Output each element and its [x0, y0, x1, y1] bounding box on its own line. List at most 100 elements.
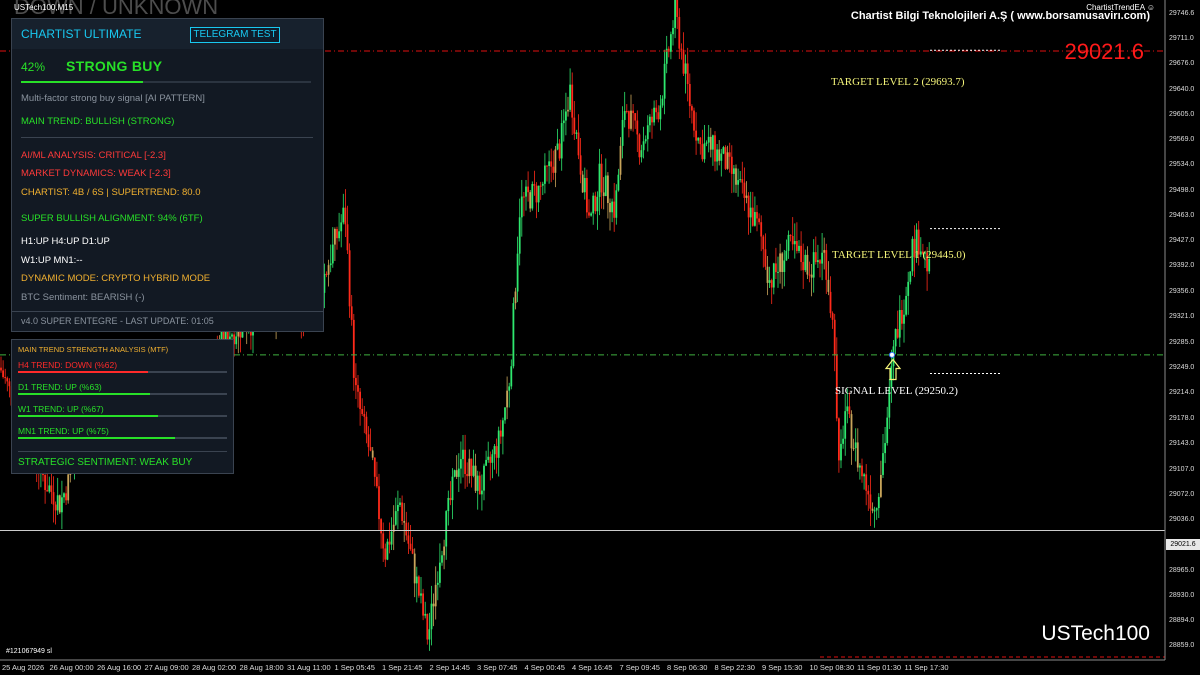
chartist-supertrend-text: CHARTIST: 4B / 6S | SUPERTREND: 80.0 — [21, 187, 201, 198]
candle-body — [869, 494, 872, 509]
signal-point-marker — [889, 351, 895, 358]
candle-body — [338, 231, 340, 239]
candle-body — [457, 468, 460, 477]
candle-body — [329, 263, 332, 266]
candle-body — [632, 110, 634, 114]
candle-body — [493, 446, 496, 455]
candle-body — [829, 291, 832, 314]
candle-body — [838, 418, 840, 461]
candle-body — [449, 497, 452, 501]
candle-body — [506, 390, 508, 408]
price-axis-tick: 29746.6 — [1169, 9, 1195, 17]
candle-body — [401, 502, 403, 522]
candle-body — [235, 336, 238, 345]
panel-title: CHARTIST ULTIMATE — [21, 27, 142, 41]
candle-body — [361, 408, 364, 415]
candle-body — [682, 49, 685, 74]
price-axis-tick: 29676.0 — [1169, 59, 1195, 67]
price-axis-tick: 29498.0 — [1169, 186, 1195, 194]
candle-body — [886, 417, 889, 444]
time-axis-tick: 11 Sep 17:30 — [904, 663, 949, 672]
candle-body — [464, 449, 466, 474]
signal-strength-fill — [21, 81, 143, 83]
candle-body — [619, 145, 622, 175]
candle-body — [880, 474, 882, 497]
candle-body — [231, 334, 233, 337]
candle-body — [772, 263, 775, 288]
candle-body — [890, 366, 893, 387]
time-axis-tick: 1 Sep 21:45 — [382, 663, 423, 672]
candle-body — [581, 174, 584, 193]
candle-body — [607, 175, 609, 203]
candle-body — [789, 234, 792, 236]
candle-body — [703, 143, 706, 160]
candle-body — [901, 310, 903, 324]
candle-body — [476, 475, 479, 491]
candle-body — [436, 582, 439, 585]
candle-body — [625, 111, 628, 113]
candle-body — [722, 147, 725, 154]
candle-body — [735, 168, 737, 185]
candle-body — [384, 548, 387, 560]
candle-body — [443, 546, 445, 556]
candle-body — [586, 177, 588, 213]
candle-body — [686, 63, 689, 85]
candle-body — [882, 453, 884, 475]
candle-body — [762, 236, 765, 250]
candle-body — [569, 84, 571, 110]
candle-body — [649, 116, 651, 126]
candle-body — [531, 184, 534, 209]
alignment-text: SUPER BULLISH ALIGNMENT: 94% (6TF) — [21, 213, 203, 224]
btc-sentiment-text: BTC Sentiment: BEARISH (-) — [21, 292, 145, 303]
candle-body — [525, 186, 527, 197]
candle-body — [499, 430, 502, 437]
candle-body — [485, 459, 487, 466]
candle-body — [567, 109, 569, 112]
candle-body — [415, 576, 418, 584]
signal-description: Multi-factor strong buy signal [AI PATTE… — [21, 93, 205, 104]
candle-body — [472, 465, 475, 476]
candle-body — [573, 117, 576, 134]
candle-body — [508, 386, 511, 391]
candle-body — [546, 165, 548, 167]
telegram-test-button[interactable]: TELEGRAM TEST — [190, 27, 280, 43]
candle-body — [340, 222, 343, 232]
candle-body — [598, 163, 601, 197]
time-axis-tick: 31 Aug 11:00 — [287, 663, 331, 672]
candle-body — [817, 260, 819, 263]
price-axis-tick: 29107.0 — [1169, 465, 1195, 473]
candle-body — [898, 310, 901, 338]
candle-body — [518, 217, 521, 254]
candle-body — [336, 228, 338, 239]
candle-body — [602, 192, 605, 197]
price-axis-tick: 29036.0 — [1169, 516, 1195, 524]
candle-body — [56, 495, 59, 511]
footer-divider — [12, 311, 323, 312]
signal-label: STRONG BUY — [66, 58, 163, 74]
candle-body — [814, 252, 817, 263]
candle-body — [386, 541, 389, 560]
candle-body — [468, 458, 471, 477]
time-axis-tick: 8 Sep 22:30 — [714, 663, 755, 672]
candle-body — [453, 470, 456, 477]
symbol-big-label: USTech100 — [1041, 622, 1150, 645]
candle-body — [369, 447, 372, 451]
panel-footer: v4.0 SUPER ENTEGRE - LAST UPDATE: 01:05 — [21, 316, 214, 326]
candle-body — [382, 533, 385, 549]
candle-body — [764, 249, 767, 267]
price-axis-tick: 29285.0 — [1169, 338, 1195, 346]
candle-body — [504, 407, 506, 421]
candle-body — [502, 420, 504, 437]
candle-body — [672, 27, 674, 35]
market-dynamics-text: MARKET DYNAMICS: WEAK [-2.3] — [21, 168, 171, 179]
time-axis-tick: 4 Sep 16:45 — [572, 663, 613, 672]
price-axis-tick: 28894.0 — [1169, 617, 1195, 625]
candle-body — [865, 474, 868, 491]
time-axis-tick: 3 Sep 07:45 — [477, 663, 518, 672]
candle-body — [861, 465, 863, 477]
candle-body — [588, 212, 590, 216]
time-axis-tick: 25 Aug 2026 — [2, 663, 45, 672]
candle-body — [474, 465, 477, 491]
candle-body — [808, 274, 811, 276]
timeframe-status-line-1: H1:UP H4:UP D1:UP — [21, 236, 110, 247]
